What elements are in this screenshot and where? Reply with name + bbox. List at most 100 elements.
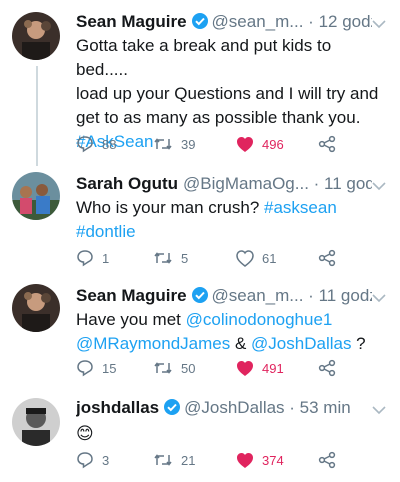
mention-link[interactable]: @colinodonoghue1 xyxy=(186,310,333,329)
chevron-down-icon[interactable] xyxy=(372,178,386,196)
tweet-header: Sean Maguire @sean_m... · 12 godz. xyxy=(76,10,372,34)
author-handle[interactable]: @sean_m... xyxy=(212,286,304,305)
author-handle[interactable]: @JoshDallas xyxy=(184,398,284,417)
separator-dot: · xyxy=(303,12,319,31)
text-line: @MRaymondJames & @JoshDallas ? xyxy=(76,332,386,356)
reply-icon xyxy=(77,360,93,377)
like-count: 374 xyxy=(262,452,284,468)
retweet-icon xyxy=(154,252,172,264)
heart-filled-icon xyxy=(237,452,253,468)
text-line: load up your Questions and I will try an… xyxy=(76,84,379,103)
tweet-time[interactable]: 53 min xyxy=(300,398,351,417)
share-button[interactable] xyxy=(318,356,336,380)
tweet-header: Sean Maguire @sean_m... · 11 godz. xyxy=(76,284,372,308)
chevron-down-icon[interactable] xyxy=(372,290,386,308)
tweet-text: 😊 xyxy=(76,420,386,446)
share-button[interactable] xyxy=(318,132,336,156)
text-line: Who is your man crush? #asksean xyxy=(76,196,386,220)
reply-button[interactable]: 1 xyxy=(76,246,109,270)
retweet-button[interactable]: 39 xyxy=(153,132,195,156)
like-button[interactable]: 374 xyxy=(236,448,284,472)
heart-filled-icon xyxy=(237,136,253,152)
reply-count: 88 xyxy=(102,136,117,152)
tweet-header: Sarah Ogutu @BigMamaOg... · 11 godz. xyxy=(76,172,372,196)
like-count: 496 xyxy=(262,136,284,152)
retweet-icon xyxy=(154,138,172,150)
tweet-time[interactable]: 11 godz. xyxy=(319,286,372,305)
author-name[interactable]: Sean Maguire xyxy=(76,12,187,31)
author-name[interactable]: Sarah Ogutu xyxy=(76,174,178,193)
retweet-button[interactable]: 50 xyxy=(153,356,195,380)
tweet-actions: 3 21 374 xyxy=(76,448,376,472)
avatar[interactable] xyxy=(12,284,60,332)
share-icon xyxy=(318,249,336,267)
hashtag-link[interactable]: #asksean xyxy=(264,198,337,217)
retweet-count: 50 xyxy=(181,360,196,376)
reply-button[interactable]: 3 xyxy=(76,448,109,472)
reply-icon xyxy=(77,250,93,267)
reply-button[interactable]: 88 xyxy=(76,132,116,156)
reply-count: 1 xyxy=(102,250,110,266)
heart-filled-icon xyxy=(237,360,253,376)
retweet-count: 21 xyxy=(181,452,196,468)
avatar[interactable] xyxy=(12,12,60,60)
share-icon xyxy=(318,451,336,469)
separator-dot: · xyxy=(303,286,319,305)
like-count: 61 xyxy=(262,250,277,266)
reply-button[interactable]: 15 xyxy=(76,356,116,380)
text-segment: Who is your man crush? xyxy=(76,198,265,217)
retweet-icon xyxy=(154,454,172,466)
author-name[interactable]: joshdallas xyxy=(76,398,159,417)
reply-count: 15 xyxy=(102,360,117,376)
text-line: Have you met @colinodonoghue1 xyxy=(76,308,386,332)
avatar[interactable] xyxy=(12,172,60,220)
retweet-icon xyxy=(154,362,172,374)
verified-icon xyxy=(163,398,181,420)
verified-icon xyxy=(191,12,209,34)
tweet-time[interactable]: 12 godz. xyxy=(319,12,372,31)
tweet-time[interactable]: 11 godz. xyxy=(324,174,372,193)
share-button[interactable] xyxy=(318,448,336,472)
avatar[interactable] xyxy=(12,398,60,446)
reply-icon xyxy=(77,452,93,469)
share-icon xyxy=(318,135,336,153)
author-name[interactable]: Sean Maguire xyxy=(76,286,187,305)
heart-outline-icon xyxy=(236,249,254,267)
text-line: Gotta take a break and put kids to bed..… xyxy=(76,36,332,79)
tweet-1[interactable]: Sean Maguire @sean_m... · 12 godz. Gotta … xyxy=(0,10,400,166)
mention-link[interactable]: @JoshDallas xyxy=(251,334,351,353)
chevron-down-icon[interactable] xyxy=(372,402,386,420)
tweet-2[interactable]: Sarah Ogutu @BigMamaOg... · 11 godz. Who … xyxy=(0,172,400,280)
retweet-button[interactable]: 21 xyxy=(153,448,195,472)
tweet-text: Have you met @colinodonoghue1 @MRaymondJ… xyxy=(76,308,386,356)
mention-link[interactable]: @MRaymondJames xyxy=(76,334,230,353)
verified-icon xyxy=(191,286,209,308)
tweet-actions: 15 50 491 xyxy=(76,356,376,380)
share-button[interactable] xyxy=(318,246,336,270)
tweet-4[interactable]: joshdallas @JoshDallas · 53 min 😊 3 21 37… xyxy=(0,396,400,480)
separator-dot: · xyxy=(284,398,300,417)
author-handle[interactable]: @BigMamaOg... xyxy=(183,174,309,193)
retweet-button[interactable]: 5 xyxy=(153,246,188,270)
reply-icon xyxy=(77,136,93,153)
tweet-actions: 88 39 496 xyxy=(76,132,376,156)
tweet-text: Who is your man crush? #asksean #dontlie xyxy=(76,196,386,244)
like-button[interactable]: 61 xyxy=(236,246,276,270)
share-icon xyxy=(318,359,336,377)
retweet-count: 39 xyxy=(181,136,196,152)
retweet-count: 5 xyxy=(181,250,189,266)
tweet-3[interactable]: Sean Maguire @sean_m... · 11 godz. Have y… xyxy=(0,284,400,388)
text-segment: Have you met xyxy=(76,310,186,329)
reply-count: 3 xyxy=(102,452,110,468)
text-segment: ? xyxy=(351,334,366,353)
chevron-down-icon[interactable] xyxy=(372,16,386,34)
tweet-header: joshdallas @JoshDallas · 53 min xyxy=(76,396,372,420)
hashtag-link[interactable]: #dontlie xyxy=(76,220,386,244)
author-handle[interactable]: @sean_m... xyxy=(212,12,304,31)
like-button[interactable]: 491 xyxy=(236,356,284,380)
tweet-actions: 1 5 61 xyxy=(76,246,376,270)
text-segment: & xyxy=(230,334,252,353)
like-button[interactable]: 496 xyxy=(236,132,284,156)
separator-dot: · xyxy=(308,174,325,193)
thread-line xyxy=(36,66,38,166)
